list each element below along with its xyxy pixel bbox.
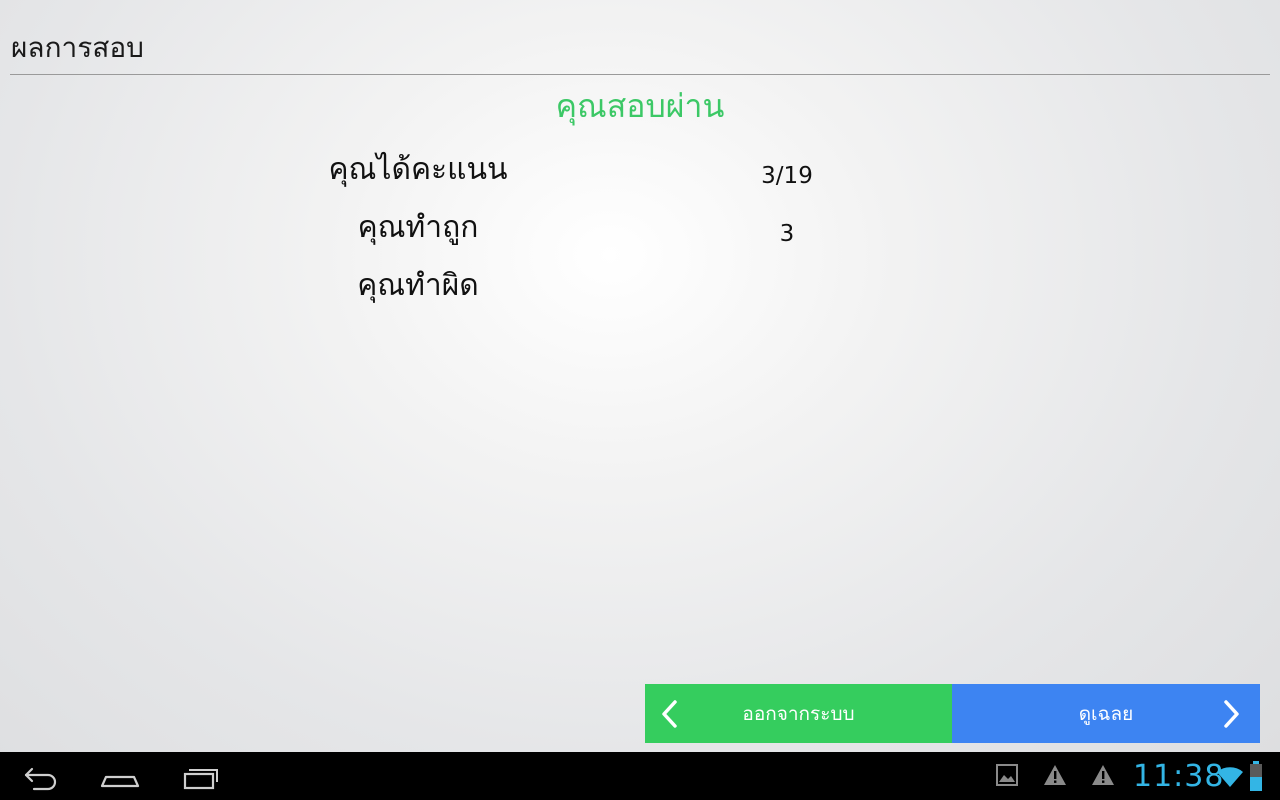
correct-value: 3 <box>779 221 795 247</box>
recent-apps-icon[interactable] <box>182 760 220 792</box>
exit-button[interactable]: ออกจากระบบ <box>645 684 952 743</box>
chevron-right-icon <box>1224 700 1239 728</box>
result-status-heading: คุณสอบผ่าน <box>555 87 725 125</box>
view-answers-button-label: ดูเฉลย <box>1078 702 1134 725</box>
title-divider <box>10 74 1270 75</box>
warning-icon <box>1044 765 1066 785</box>
score-value: 3/19 <box>761 163 813 189</box>
back-icon[interactable] <box>22 760 60 792</box>
view-answers-button[interactable]: ดูเฉลย <box>952 684 1260 743</box>
wrong-label: คุณทำผิด <box>357 268 479 303</box>
score-label: คุณได้คะแนน <box>328 152 508 187</box>
exit-button-label: ออกจากระบบ <box>742 702 855 725</box>
clock: 11:38 <box>1133 759 1225 794</box>
home-icon[interactable] <box>100 760 140 792</box>
page-title: ผลการสอบ <box>11 31 144 64</box>
chevron-left-icon <box>662 700 677 728</box>
system-navigation-bar: 11:38 <box>0 752 1280 800</box>
warning-icon <box>1092 765 1114 785</box>
exam-result-screen: ผลการสอบ คุณสอบผ่าน คุณได้คะแนน 3/19 คุณ… <box>0 0 1280 800</box>
battery-icon <box>1250 761 1262 791</box>
wifi-icon <box>1217 767 1243 787</box>
gallery-notification-icon <box>996 764 1018 786</box>
correct-label: คุณทำถูก <box>357 210 479 245</box>
